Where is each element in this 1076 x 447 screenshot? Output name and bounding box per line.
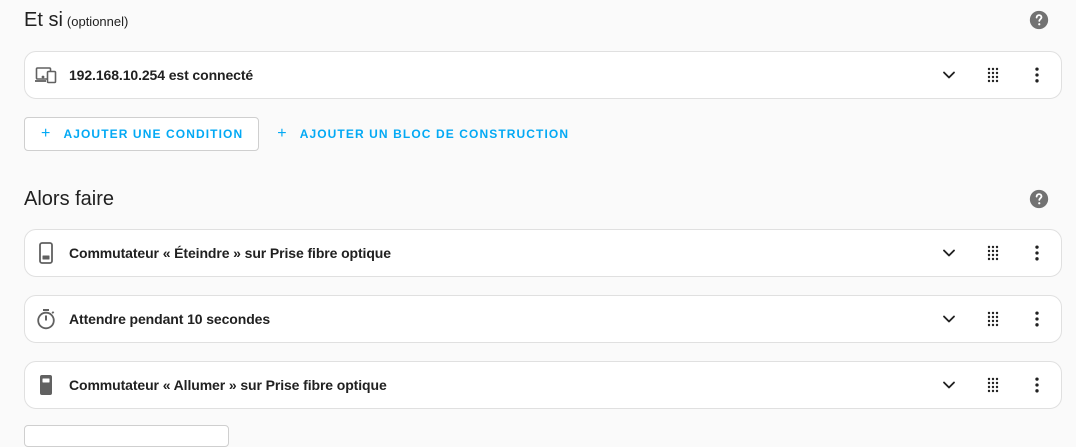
more-vertical-icon[interactable] <box>1025 373 1049 397</box>
if-title-text: Et si <box>24 8 63 31</box>
plus-icon: + <box>277 125 288 142</box>
plus-icon: + <box>41 125 52 142</box>
drag-handle-icon[interactable] <box>981 307 1005 331</box>
add-condition-button[interactable]: + AJOUTER UNE CONDITION <box>24 117 260 151</box>
chevron-down-icon[interactable] <box>937 373 961 397</box>
chevron-down-icon[interactable] <box>937 241 961 265</box>
action-label: Attendre pendant 10 secondes <box>69 311 271 327</box>
action-card[interactable]: Attendre pendant 10 secondes <box>24 295 1062 343</box>
action-card[interactable]: Commutateur « Allumer » sur Prise fibre … <box>24 361 1062 409</box>
if-section-title: Et si (optionnel) <box>24 9 128 32</box>
if-section-header: Et si (optionnel) <box>24 4 1052 36</box>
then-section-header: Alors faire <box>24 183 1052 215</box>
add-action-button[interactable] <box>24 425 229 447</box>
power-socket-off-icon <box>34 241 58 265</box>
action-card[interactable]: Commutateur « Éteindre » sur Prise fibre… <box>24 229 1062 277</box>
chevron-down-icon[interactable] <box>937 307 961 331</box>
help-circle-icon[interactable] <box>1028 188 1050 210</box>
help-circle-icon[interactable] <box>1028 9 1050 31</box>
drag-handle-icon[interactable] <box>981 241 1005 265</box>
then-section-title: Alors faire <box>24 187 115 210</box>
action-label: Commutateur « Éteindre » sur Prise fibre… <box>69 245 391 261</box>
add-building-block-button[interactable]: + AJOUTER UN BLOC DE CONSTRUCTION <box>259 117 569 151</box>
devices-icon <box>34 63 58 87</box>
chevron-down-icon[interactable] <box>937 63 961 87</box>
add-block-label: AJOUTER UN BLOC DE CONSTRUCTION <box>299 127 570 141</box>
if-button-row: + AJOUTER UNE CONDITION + AJOUTER UN BLO… <box>24 117 569 151</box>
drag-handle-icon[interactable] <box>981 63 1005 87</box>
power-socket-on-icon <box>34 373 58 397</box>
add-condition-label: AJOUTER UNE CONDITION <box>63 127 244 141</box>
if-optional-text: (optionnel) <box>66 13 129 29</box>
condition-card[interactable]: 192.168.10.254 est connecté <box>24 51 1062 99</box>
more-vertical-icon[interactable] <box>1025 241 1049 265</box>
more-vertical-icon[interactable] <box>1025 307 1049 331</box>
condition-label: 192.168.10.254 est connecté <box>69 67 254 83</box>
timer-icon <box>34 307 58 331</box>
drag-handle-icon[interactable] <box>981 373 1005 397</box>
more-vertical-icon[interactable] <box>1025 63 1049 87</box>
action-label: Commutateur « Allumer » sur Prise fibre … <box>69 377 387 393</box>
